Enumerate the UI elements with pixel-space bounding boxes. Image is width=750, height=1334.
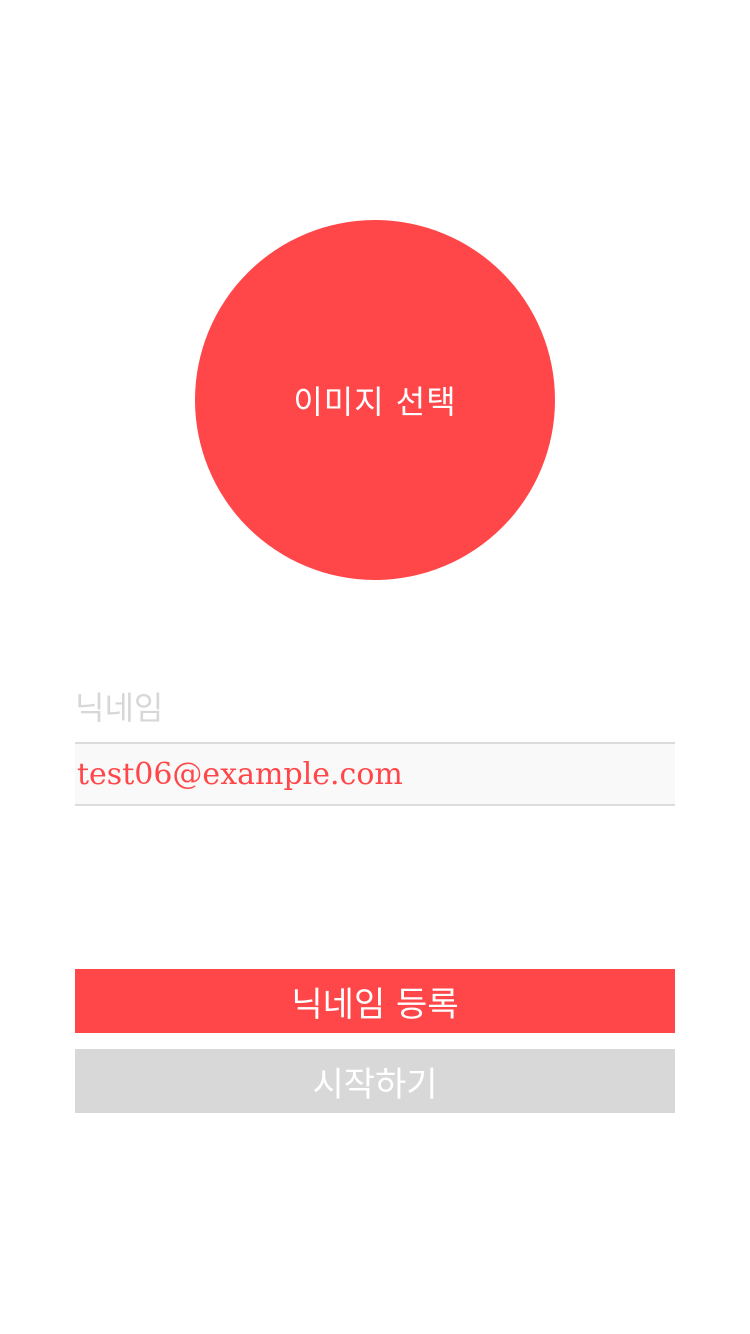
profile-image-picker[interactable]: 이미지 선택 [195, 220, 555, 580]
register-nickname-button[interactable]: 닉네임 등록 [75, 969, 675, 1033]
nickname-input[interactable] [75, 744, 675, 804]
nickname-field[interactable] [75, 742, 675, 806]
start-label: 시작하기 [312, 1064, 438, 1105]
nickname-label: 닉네임 [75, 689, 164, 727]
image-picker-label: 이미지 선택 [293, 383, 457, 421]
register-nickname-label: 닉네임 등록 [291, 984, 459, 1025]
start-button[interactable]: 시작하기 [75, 1049, 675, 1113]
